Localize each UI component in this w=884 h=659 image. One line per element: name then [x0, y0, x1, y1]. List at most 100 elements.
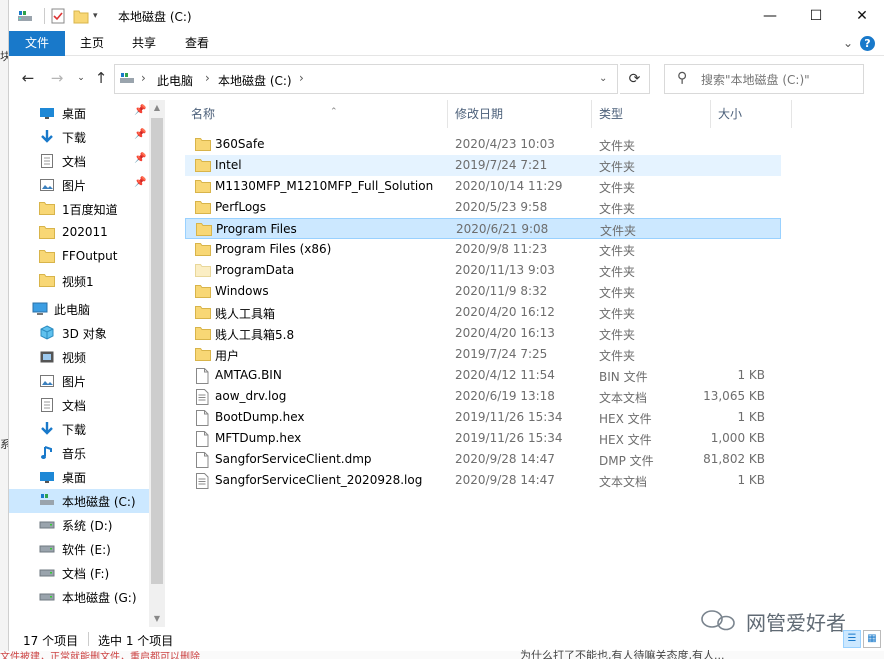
- nav-item-label: 系统 (D:): [62, 519, 113, 533]
- maximize-button[interactable]: ☐: [793, 0, 839, 31]
- nav-item-pc-1[interactable]: 视频: [9, 345, 149, 369]
- file-row[interactable]: Windows 2020/11/9 8:32 文件夹: [185, 281, 781, 302]
- folder-icon: [195, 200, 211, 214]
- tab-file[interactable]: 文件: [9, 31, 65, 56]
- nav-item-pc-5[interactable]: 音乐: [9, 441, 149, 465]
- breadcrumb-this-pc[interactable]: 此电脑: [157, 72, 193, 89]
- folder-icon: [39, 249, 55, 265]
- search-box[interactable]: ⚲: [664, 64, 864, 94]
- nav-item-quick-5[interactable]: 202011: [9, 221, 149, 245]
- large-icons-view-icon[interactable]: ▦: [863, 630, 881, 648]
- file-row[interactable]: 贱人工具箱5.8 2020/4/20 16:13 文件夹: [185, 323, 781, 344]
- nav-item-pc-10[interactable]: 文档 (F:): [9, 561, 149, 585]
- help-icon[interactable]: ?: [860, 36, 875, 51]
- tab-view[interactable]: 查看: [180, 31, 214, 56]
- nav-item-label: FFOutput: [62, 249, 118, 263]
- title-bar[interactable]: ▾ 本地磁盘 (C:) — ☐ ✕: [9, 0, 884, 31]
- back-arrow-icon[interactable]: ←: [19, 69, 37, 87]
- up-arrow-icon[interactable]: ↑: [92, 69, 110, 87]
- forward-arrow-icon[interactable]: →: [48, 69, 66, 87]
- column-separator[interactable]: [447, 100, 448, 128]
- nav-item-quick-7[interactable]: 视频1: [9, 269, 149, 293]
- file-row[interactable]: 贱人工具箱 2020/4/20 16:12 文件夹: [185, 302, 781, 323]
- file-row[interactable]: SangforServiceClient.dmp 2020/9/28 14:47 D…: [185, 449, 781, 470]
- file-date: 2020/4/20 16:13: [455, 326, 555, 340]
- file-row[interactable]: Program Files 2020/6/21 9:08 文件夹: [185, 218, 781, 239]
- nav-item-pc-2[interactable]: 图片: [9, 369, 149, 393]
- file-row[interactable]: 用户 2019/7/24 7:25 文件夹: [185, 344, 781, 365]
- pin-icon[interactable]: 📌: [134, 153, 146, 164]
- scroll-down-arrow-icon[interactable]: ▼: [149, 611, 165, 627]
- nav-item-quick-2[interactable]: 文档 📌: [9, 149, 149, 173]
- navigation-scrollbar[interactable]: ▲ ▼: [149, 100, 165, 627]
- nav-item-pc-7[interactable]: 本地磁盘 (C:): [9, 489, 149, 513]
- breadcrumb-separator-icon[interactable]: ›: [299, 71, 304, 85]
- nav-item-quick-0[interactable]: 桌面 📌: [9, 101, 149, 125]
- column-header-date[interactable]: 修改日期: [449, 100, 589, 128]
- column-header-name[interactable]: 名称 ⌃: [185, 100, 435, 128]
- file-row[interactable]: PerfLogs 2020/5/23 9:58 文件夹: [185, 197, 781, 218]
- tab-share[interactable]: 共享: [127, 31, 161, 56]
- file-row[interactable]: AMTAG.BIN 2020/4/12 11:54 BIN 文件 1 KB: [185, 365, 781, 386]
- scroll-up-arrow-icon[interactable]: ▲: [149, 100, 165, 116]
- breadcrumb-local-disk-c[interactable]: 本地磁盘 (C:): [218, 72, 292, 89]
- folder-icon: [195, 158, 211, 172]
- file-row[interactable]: MFTDump.hex 2019/11/26 15:34 HEX 文件 1,000 K…: [185, 428, 781, 449]
- nav-item-this-pc[interactable]: 此电脑: [9, 297, 149, 321]
- file-date: 2020/4/20 16:12: [455, 305, 555, 319]
- breadcrumb-separator-icon[interactable]: ›: [141, 71, 146, 85]
- file-row[interactable]: BootDump.hex 2019/11/26 15:34 HEX 文件 1 KB: [185, 407, 781, 428]
- nav-item-pc-8[interactable]: 系统 (D:): [9, 513, 149, 537]
- pin-icon[interactable]: 📌: [134, 129, 146, 140]
- recent-locations-chevron-icon[interactable]: ⌄: [72, 69, 90, 87]
- column-header-name-label: 名称: [191, 107, 216, 121]
- nav-item-pc-11[interactable]: 本地磁盘 (G:): [9, 585, 149, 609]
- scrollbar-thumb[interactable]: [151, 118, 163, 584]
- nav-item-label: 本地磁盘 (C:): [62, 495, 136, 509]
- file-row[interactable]: M1130MFP_M1210MFP_Full_Solution 2020/10/1…: [185, 176, 781, 197]
- refresh-button[interactable]: ⟳: [620, 64, 650, 94]
- file-row[interactable]: aow_drv.log 2020/6/19 13:18 文本文档 13,065 KB: [185, 386, 781, 407]
- expand-ribbon-chevron-icon[interactable]: ⌄: [843, 36, 853, 50]
- nav-item-quick-3[interactable]: 图片 📌: [9, 173, 149, 197]
- nav-item-quick-4[interactable]: 1百度知道: [9, 197, 149, 221]
- file-date: 2020/9/28 14:47: [455, 452, 555, 466]
- pin-icon[interactable]: 📌: [134, 105, 146, 116]
- file-type: BIN 文件: [599, 370, 648, 384]
- nav-item-pc-6[interactable]: 桌面: [9, 465, 149, 489]
- drive-app-icon[interactable]: [17, 6, 33, 26]
- nav-item-quick-6[interactable]: FFOutput: [9, 245, 149, 269]
- customize-qat-chevron-icon[interactable]: ▾: [93, 6, 98, 26]
- close-button[interactable]: ✕: [839, 0, 884, 31]
- file-row[interactable]: SangforServiceClient_2020928.log 2020/9/2…: [185, 470, 781, 491]
- breadcrumb-separator-icon[interactable]: ›: [205, 71, 210, 85]
- column-separator[interactable]: [710, 100, 711, 128]
- nav-item-label: 此电脑: [54, 303, 91, 317]
- file-size: 81,802 KB: [703, 452, 765, 466]
- address-drive-icon: [119, 72, 135, 87]
- pin-icon[interactable]: 📌: [134, 177, 146, 188]
- tab-home[interactable]: 主页: [75, 31, 109, 56]
- address-dropdown-chevron-icon[interactable]: ⌄: [599, 73, 607, 84]
- nav-item-pc-0[interactable]: 3D 对象: [9, 321, 149, 345]
- column-header-type[interactable]: 类型: [593, 100, 711, 128]
- background-text: 为什么打了不能也,有人待嘛关态度,有人...: [520, 649, 725, 659]
- nav-item-quick-1[interactable]: 下载 📌: [9, 125, 149, 149]
- minimize-button[interactable]: —: [747, 0, 793, 31]
- file-row[interactable]: Intel 2019/7/24 7:21 文件夹: [185, 155, 781, 176]
- column-separator[interactable]: [591, 100, 592, 128]
- file-date: 2020/4/23 10:03: [455, 137, 555, 151]
- nav-item-pc-4[interactable]: 下载: [9, 417, 149, 441]
- column-separator[interactable]: [791, 100, 792, 128]
- properties-icon[interactable]: [50, 6, 66, 26]
- document-icon: [39, 397, 55, 413]
- file-row[interactable]: Program Files (x86) 2020/9/8 11:23 文件夹: [185, 239, 781, 260]
- nav-item-pc-3[interactable]: 文档: [9, 393, 149, 417]
- address-bar[interactable]: › 此电脑 › 本地磁盘 (C:) › ⌄: [114, 64, 618, 94]
- column-header-size[interactable]: 大小: [712, 100, 790, 128]
- nav-item-pc-9[interactable]: 软件 (E:): [9, 537, 149, 561]
- search-input[interactable]: [701, 71, 856, 89]
- file-row[interactable]: 360Safe 2020/4/23 10:03 文件夹: [185, 134, 781, 155]
- file-row[interactable]: ProgramData 2020/11/13 9:03 文件夹: [185, 260, 781, 281]
- new-folder-icon[interactable]: [73, 6, 89, 26]
